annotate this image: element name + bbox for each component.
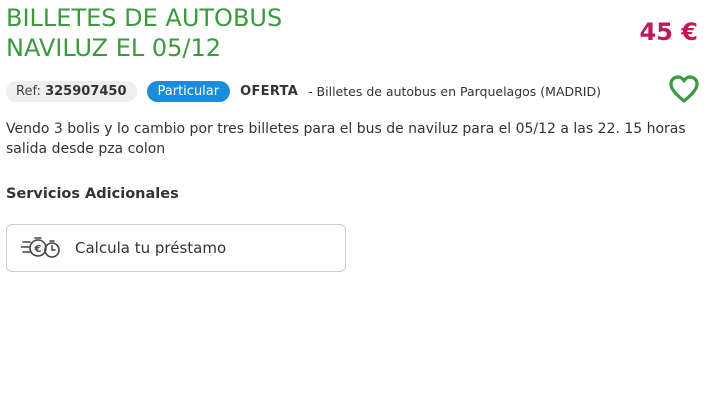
listing-title: BILLETES DE AUTOBUS NAVILUZ EL 05/12 — [6, 3, 566, 63]
listing-meta-row: Ref: 325907450 Particular OFERTA - Bille… — [6, 79, 601, 103]
seller-type-badge: Particular — [146, 80, 231, 102]
listing-page: BILLETES DE AUTOBUS NAVILUZ EL 05/12 45 … — [0, 0, 720, 405]
offer-type-label: OFERTA — [240, 83, 299, 99]
ref-label: Ref: — [16, 83, 41, 99]
ref-badge: Ref: 325907450 — [6, 80, 137, 102]
category-location-text: - Billetes de autobus en Parquelagos (MA… — [308, 83, 601, 99]
listing-title-line1: BILLETES DE AUTOBUS — [6, 4, 283, 32]
loan-calculator-label: Calcula tu préstamo — [75, 239, 227, 257]
ref-number: 325907450 — [45, 83, 127, 99]
additional-services-title: Servicios Adicionales — [6, 186, 179, 202]
listing-price: 45 € — [639, 18, 698, 46]
listing-title-line2: NAVILUZ EL 05/12 — [6, 34, 222, 62]
listing-description: Vendo 3 bolis y lo cambio por tres bille… — [6, 121, 686, 157]
loan-calculator-button[interactable]: € Calcula tu préstamo — [6, 224, 346, 272]
euro-clock-icon: € — [21, 237, 60, 258]
favorite-button[interactable] — [668, 74, 700, 104]
heart-icon — [669, 75, 699, 103]
svg-text:€: € — [34, 244, 42, 255]
